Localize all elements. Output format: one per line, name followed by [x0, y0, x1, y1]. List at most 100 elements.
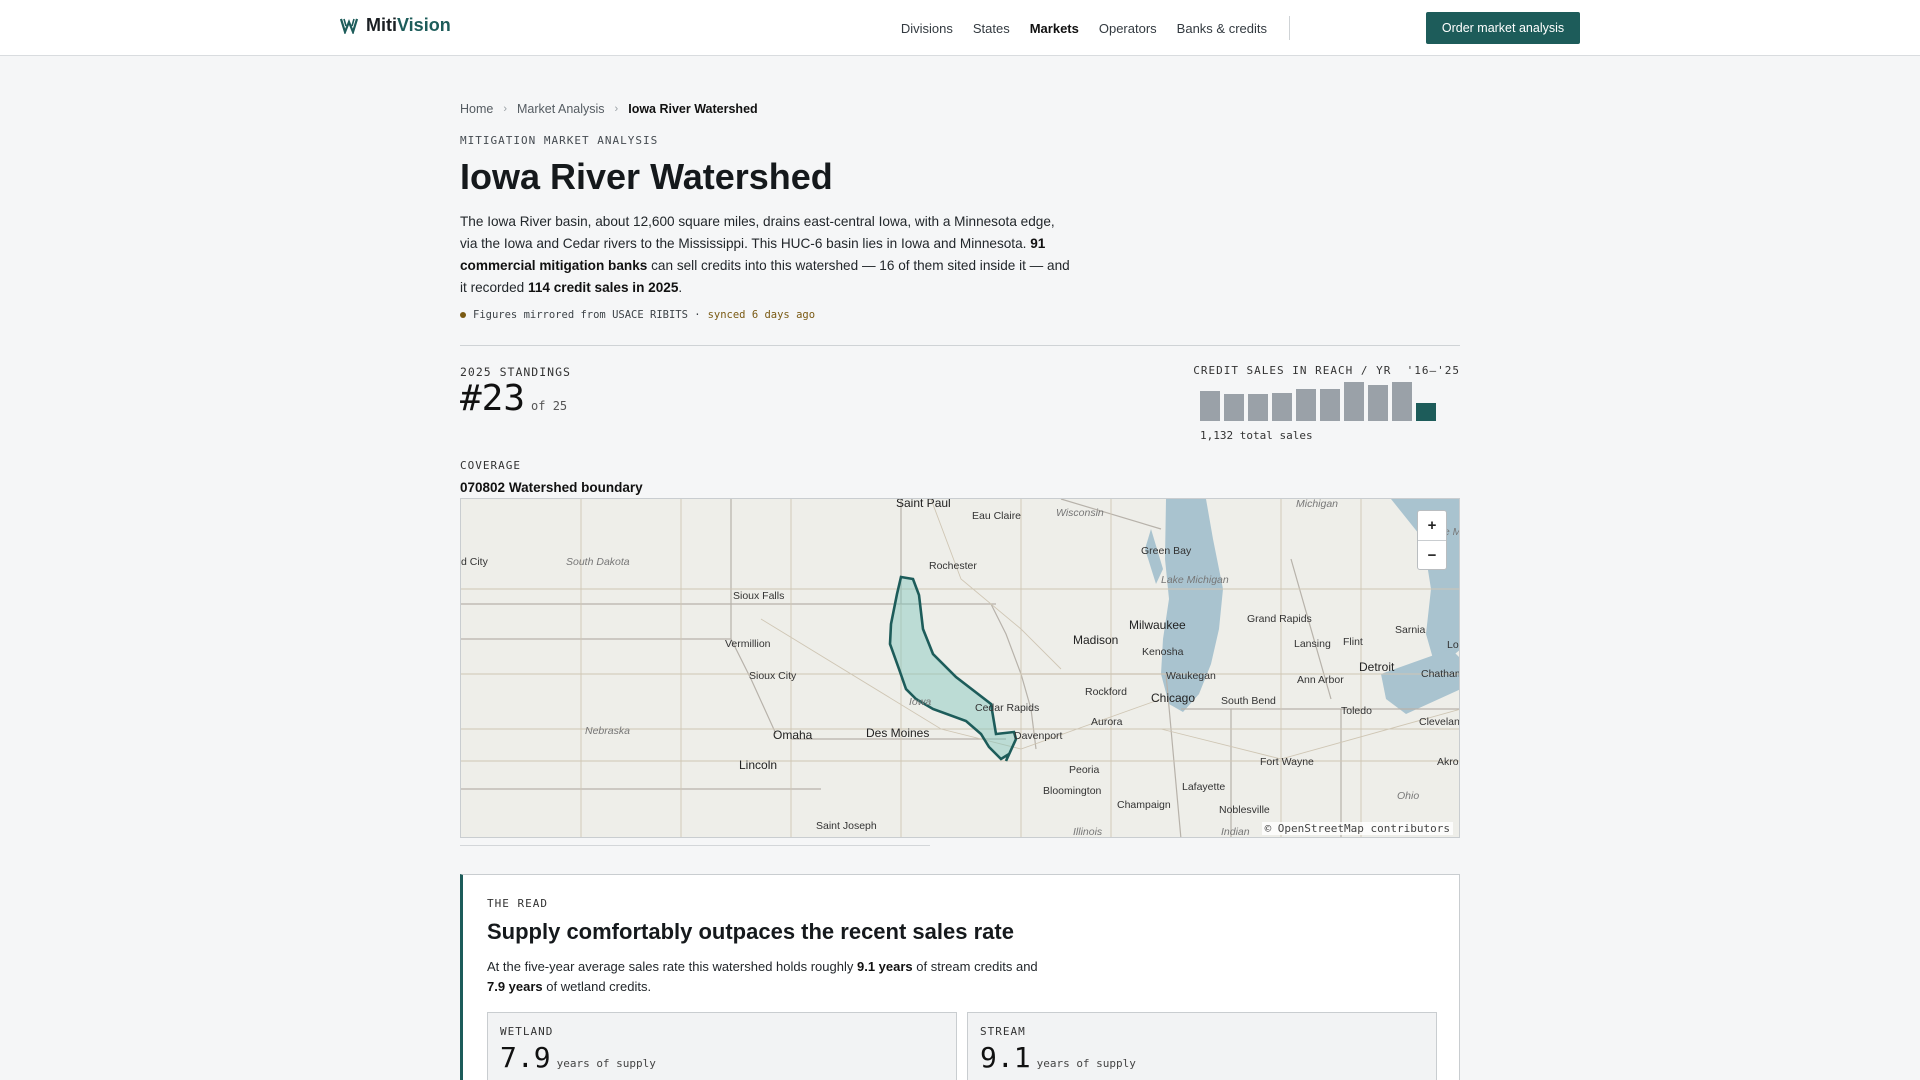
place-sarnia: Sarnia	[1395, 624, 1426, 636]
place-ohio: Ohio	[1397, 790, 1419, 802]
place-akro: Akro	[1437, 756, 1459, 768]
place-madison: Madison	[1073, 633, 1118, 647]
sales-bar-2021	[1320, 389, 1340, 421]
place-peoria: Peoria	[1069, 764, 1100, 776]
place-michigan: Michigan	[1296, 499, 1338, 510]
nav-divider	[1289, 16, 1290, 40]
breadcrumb: Home › Market Analysis › Iowa River Wate…	[460, 102, 758, 116]
place-rapid-city: d City	[461, 556, 489, 568]
place-wisconsin: Wisconsin	[1056, 507, 1104, 519]
map-divider	[460, 845, 930, 846]
place-lansing: Lansing	[1294, 638, 1331, 650]
sales-bar-2024	[1392, 382, 1412, 421]
the-read-card: THE READ Supply comfortably outpaces the…	[460, 874, 1460, 1080]
place-kenosha: Kenosha	[1142, 646, 1184, 658]
place-illinois: Illinois	[1073, 826, 1103, 838]
standings-rank: #23 of 25	[460, 378, 567, 419]
chevron-right-icon: ›	[614, 103, 619, 115]
page-eyebrow: MITIGATION MARKET ANALYSIS	[460, 134, 659, 147]
map-attribution[interactable]: © OpenStreetMap contributors	[1261, 822, 1453, 835]
status-dot-icon	[460, 312, 466, 318]
place-waukegan: Waukegan	[1166, 670, 1216, 682]
stream-supply-tile: STREAM 9.1 years of supply	[967, 1012, 1437, 1080]
sales-bar-2023	[1368, 385, 1388, 421]
place-sioux-city: Sioux City	[749, 670, 797, 682]
read-paragraph: At the five-year average sales rate this…	[487, 959, 1038, 994]
sales-total: 1,132 total sales	[1200, 429, 1313, 442]
breadcrumb-current: Iowa River Watershed	[628, 102, 758, 116]
lake-erie-shape	[1381, 649, 1459, 714]
place-lafayette: Lafayette	[1182, 781, 1225, 793]
place-noblesville: Noblesville	[1219, 804, 1270, 816]
place-flint: Flint	[1343, 636, 1363, 648]
nav-banks-credits[interactable]: Banks & credits	[1177, 21, 1267, 36]
zoom-in-button[interactable]: +	[1418, 511, 1446, 540]
place-south-bend: South Bend	[1221, 695, 1276, 707]
coverage-label: COVERAGE	[460, 459, 521, 472]
tile-label: WETLAND	[500, 1025, 554, 1038]
place-ann-arbor: Ann Arbor	[1297, 674, 1344, 686]
breadcrumb-market-analysis[interactable]: Market Analysis	[517, 102, 605, 116]
sales-bar-2018	[1248, 394, 1268, 421]
zoom-out-button[interactable]: −	[1418, 540, 1446, 569]
place-davenport: Davenport	[1014, 730, 1063, 742]
place-saint-paul: Saint Paul	[896, 499, 951, 510]
place-chicago: Chicago	[1151, 691, 1195, 705]
place-lon: Lon	[1447, 639, 1460, 651]
intro-paragraph: The Iowa River basin, about 12,600 squar…	[460, 214, 1070, 295]
watershed-map[interactable]: Saint Paul Eau Claire Wisconsin Michigan…	[460, 498, 1460, 838]
place-iowa: Iowa	[909, 696, 931, 708]
sales-bar-2020	[1296, 389, 1316, 421]
roads	[461, 499, 1459, 837]
place-fort-wayne: Fort Wayne	[1260, 756, 1314, 768]
sales-bar-2025	[1416, 403, 1436, 421]
nav-divisions[interactable]: Divisions	[901, 21, 953, 36]
place-sioux-falls: Sioux Falls	[733, 590, 784, 602]
rank-of: of 25	[531, 399, 568, 413]
rank-value: #23	[460, 378, 526, 419]
nav-markets[interactable]: Markets	[1030, 21, 1079, 36]
page-title: Iowa River Watershed	[460, 156, 833, 197]
place-green-bay: Green Bay	[1141, 545, 1192, 557]
place-vermillion: Vermillion	[725, 638, 771, 650]
top-bar: MitiVision Divisions States Markets Oper…	[0, 0, 1920, 56]
tile-value: 7.9 years of supply	[500, 1041, 656, 1074]
place-cedar-rapids: Cedar Rapids	[975, 702, 1039, 714]
tile-value: 9.1 years of supply	[980, 1041, 1136, 1074]
place-saint-joseph: Saint Joseph	[816, 820, 877, 832]
place-rockford: Rockford	[1085, 686, 1127, 698]
place-detroit: Detroit	[1359, 660, 1395, 674]
place-toledo: Toledo	[1341, 705, 1372, 717]
place-rochester: Rochester	[929, 560, 977, 572]
sales-bar-2019	[1272, 393, 1292, 421]
place-omaha: Omaha	[773, 728, 813, 742]
place-bloomington: Bloomington	[1043, 785, 1102, 797]
place-lake-michigan: Lake Michigan	[1161, 574, 1229, 586]
tile-label: STREAM	[980, 1025, 1026, 1038]
place-eau-claire: Eau Claire	[972, 510, 1021, 522]
place-indiana: Indian	[1221, 826, 1250, 838]
sales-bar-2022	[1344, 382, 1364, 421]
read-title: Supply comfortably outpaces the recent s…	[487, 919, 1014, 944]
nav-states[interactable]: States	[973, 21, 1010, 36]
place-clevelan: Clevelan	[1419, 716, 1460, 728]
nav-operators[interactable]: Operators	[1099, 21, 1157, 36]
sync-source: Figures mirrored from USACE RIBITS ·	[473, 309, 701, 321]
place-labels: Saint Paul Eau Claire Wisconsin Michigan…	[461, 499, 1460, 838]
sales-bar-2016	[1200, 391, 1220, 421]
state-borders	[461, 499, 1459, 837]
place-lincoln: Lincoln	[739, 758, 777, 772]
brand-logo[interactable]: MitiVision	[340, 15, 451, 36]
place-milwaukee: Milwaukee	[1129, 618, 1186, 632]
place-grand-rapids: Grand Rapids	[1247, 613, 1312, 625]
breadcrumb-home[interactable]: Home	[460, 102, 493, 116]
section-divider	[460, 345, 1460, 346]
map-canvas[interactable]: Saint Paul Eau Claire Wisconsin Michigan…	[461, 499, 1460, 838]
place-south-dakota: South Dakota	[566, 556, 630, 568]
place-champaign: Champaign	[1117, 799, 1171, 811]
place-aurora: Aurora	[1091, 716, 1123, 728]
sales-chart-label: CREDIT SALES IN REACH / YR '16–'25	[1193, 364, 1460, 377]
order-market-analysis-button[interactable]: Order market analysis	[1426, 12, 1580, 44]
brand-mark-icon	[340, 18, 358, 34]
coverage-title: 070802 Watershed boundary	[460, 480, 643, 495]
